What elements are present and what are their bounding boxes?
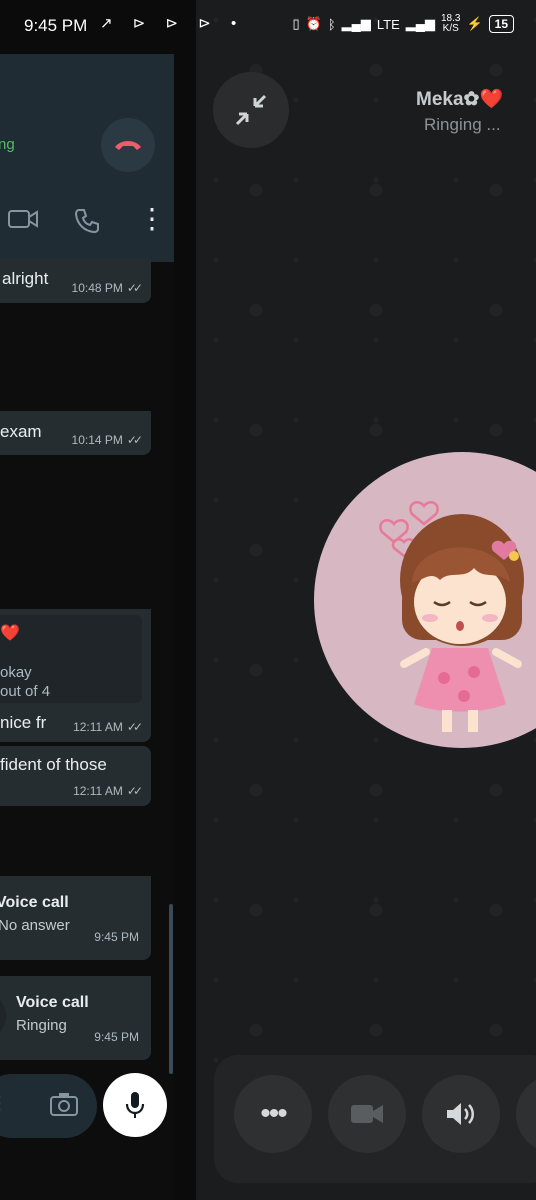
video-toggle-button[interactable] bbox=[328, 1075, 406, 1153]
message-time: 10:14 PM bbox=[71, 433, 123, 447]
bluetooth-icon: ᛒ bbox=[327, 16, 336, 32]
message-time: 12:11 AM bbox=[73, 784, 123, 798]
call-screen: Meka✿❤️ Ringing ... ••• bbox=[196, 0, 536, 1200]
heart-emoji: ❤️ bbox=[0, 625, 20, 642]
double-check-icon: ✓✓ bbox=[126, 433, 143, 447]
voice-call-icon[interactable] bbox=[74, 208, 100, 240]
quoted-line: out of 4 bbox=[0, 683, 51, 700]
signal-icon-2: ▂▄▆ bbox=[405, 16, 435, 31]
reply-message-bubble[interactable]: ❤️ okay out of 4 nice fr 12:11 AM ✓✓ bbox=[0, 609, 151, 742]
caller-avatar bbox=[314, 452, 536, 748]
video-call-icon[interactable] bbox=[8, 208, 38, 236]
notification-icons: ↗ ⊳ ⊳ ⊳ • bbox=[100, 15, 245, 32]
speaker-icon bbox=[447, 1103, 474, 1125]
minimize-call-button[interactable] bbox=[213, 72, 289, 148]
call-status: Ringing ... bbox=[424, 115, 501, 134]
ongoing-call-banner[interactable]: ng bbox=[0, 54, 174, 186]
call-log-bubble[interactable]: Voice call Ringing 9:45 PM bbox=[0, 976, 151, 1060]
message-text: nice fr bbox=[0, 713, 47, 732]
message-text: fident of those bbox=[0, 755, 107, 774]
signal-icon: ▂▄▆ bbox=[341, 16, 371, 31]
attach-icon[interactable]: ⫶ bbox=[0, 1092, 2, 1118]
message-bubble[interactable]: exam 10:14 PM ✓✓ bbox=[0, 411, 151, 455]
network-type: LTE bbox=[376, 16, 400, 32]
message-bubble[interactable]: alright 10:48 PM ✓✓ bbox=[0, 259, 151, 303]
quoted-message[interactable]: ❤️ okay out of 4 bbox=[0, 615, 142, 703]
microphone-icon bbox=[125, 1092, 145, 1118]
call-log-title: Voice call bbox=[0, 894, 69, 911]
collapse-icon bbox=[235, 94, 267, 126]
double-check-icon: ✓✓ bbox=[126, 720, 143, 734]
status-bar: 9:45 PM ↗ ⊳ ⊳ ⊳ • ▯ ⏰ ᛒ ▂▄▆ LTE ▂▄▆ 18.3… bbox=[0, 0, 536, 54]
call-log-time: 9:45 PM bbox=[94, 930, 139, 944]
message-text: exam bbox=[0, 422, 42, 441]
ongoing-call-status: ng bbox=[0, 136, 15, 153]
chat-scrollbar[interactable] bbox=[169, 904, 173, 1074]
status-time: 9:45 PM bbox=[24, 16, 88, 35]
status-right: ▯ ⏰ ᛒ ▂▄▆ LTE ▂▄▆ 18.3 K/S ⚡ 15 bbox=[292, 13, 514, 34]
message-meta: 12:11 AM ✓✓ bbox=[73, 784, 143, 798]
call-log-status: Ringing bbox=[16, 1017, 67, 1034]
chat-toolbar: ⋮ bbox=[0, 186, 174, 262]
camera-icon[interactable] bbox=[50, 1092, 78, 1121]
battery-indicator: 15 bbox=[488, 15, 514, 33]
vibrate-icon: ▯ bbox=[292, 16, 300, 31]
caller-name: Meka✿❤️ bbox=[416, 89, 504, 110]
message-time: 10:48 PM bbox=[71, 281, 123, 295]
message-meta: 10:14 PM ✓✓ bbox=[71, 433, 144, 447]
call-log-bubble[interactable]: Voice call No answer 9:45 PM bbox=[0, 876, 151, 960]
charging-icon: ⚡ bbox=[466, 16, 483, 31]
alarm-icon: ⏰ bbox=[305, 16, 322, 31]
call-log-title: Voice call bbox=[16, 994, 89, 1011]
end-call-icon bbox=[115, 141, 141, 150]
message-bubble[interactable]: fident of those 12:11 AM ✓✓ bbox=[0, 746, 151, 806]
end-call-button[interactable] bbox=[101, 118, 155, 172]
message-text: alright bbox=[2, 269, 49, 288]
message-time: 12:11 AM bbox=[73, 720, 123, 734]
more-icon: ••• bbox=[260, 1097, 287, 1130]
call-icon-circle bbox=[0, 996, 6, 1036]
message-input-bar[interactable]: ⫶ bbox=[0, 1074, 97, 1138]
call-log-time: 9:45 PM bbox=[94, 1030, 139, 1044]
more-button[interactable]: ••• bbox=[234, 1075, 312, 1153]
call-log-status: No answer bbox=[0, 917, 70, 934]
avatar-illustration bbox=[379, 501, 524, 732]
speaker-button[interactable] bbox=[422, 1075, 500, 1153]
double-check-icon: ✓✓ bbox=[126, 281, 143, 295]
voice-message-button[interactable] bbox=[103, 1073, 167, 1137]
message-meta: 12:11 AM ✓✓ bbox=[73, 720, 143, 734]
chat-pane: ng ⋮ alright 10:48 PM ✓✓ exam 10:14 PM ✓✓ … bbox=[0, 54, 174, 1200]
more-options-icon[interactable]: ⋮ bbox=[138, 205, 166, 233]
double-check-icon: ✓✓ bbox=[126, 784, 143, 798]
quoted-line: okay bbox=[0, 664, 32, 681]
call-controls: ••• bbox=[214, 1055, 536, 1183]
message-meta: 10:48 PM ✓✓ bbox=[71, 281, 144, 295]
video-off-icon bbox=[351, 1105, 383, 1123]
data-speed: 18.3 K/S bbox=[440, 13, 461, 34]
mute-button[interactable] bbox=[516, 1075, 536, 1153]
